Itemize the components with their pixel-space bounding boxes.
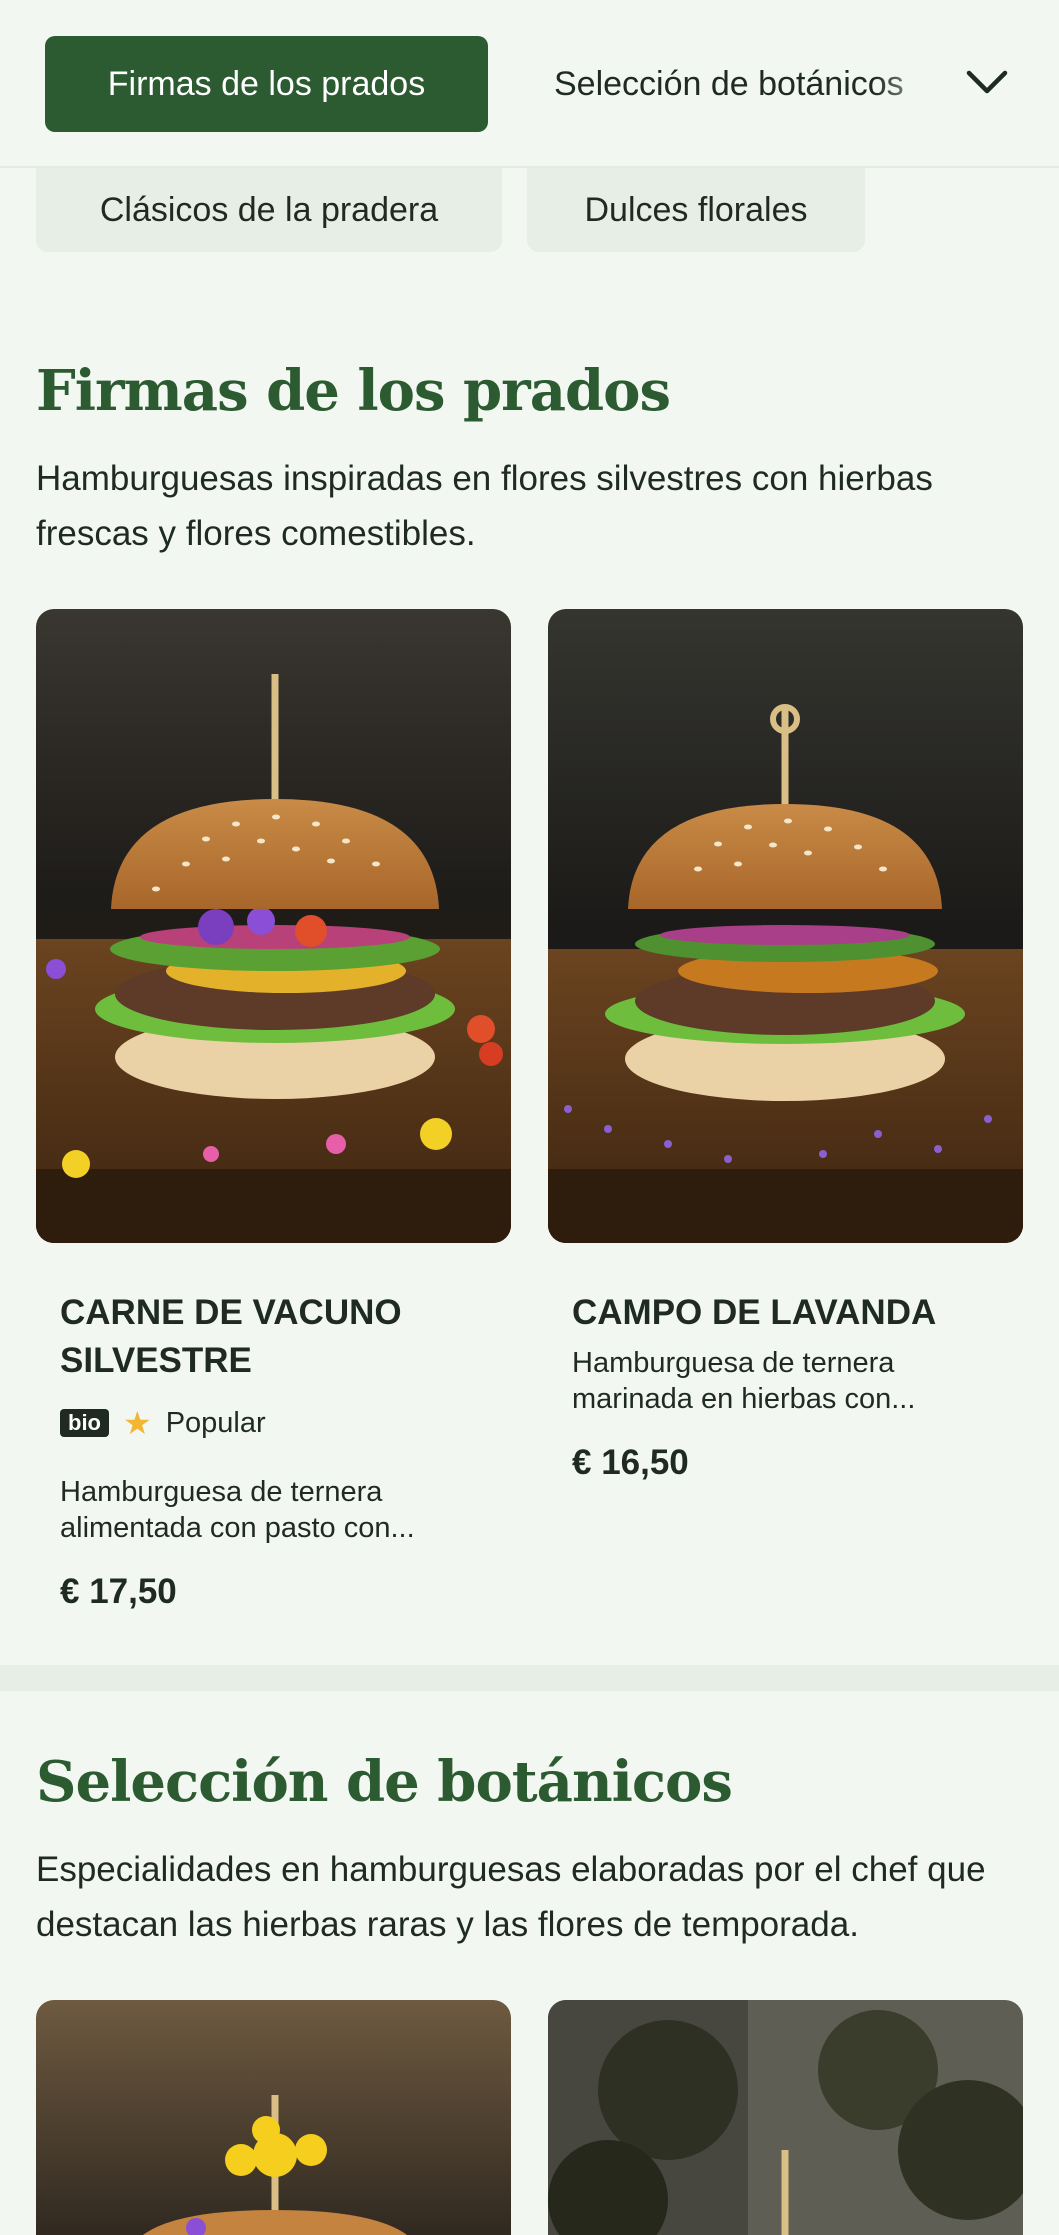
tab-clasicos-de-la-pradera[interactable]: Clásicos de la pradera [36,168,502,252]
product-image[interactable] [548,2000,1023,2235]
tab-firmas-de-los-prados[interactable]: Firmas de los prados [45,36,488,132]
product-image-campo-de-lavanda[interactable] [548,609,1023,1243]
product-description: Hamburguesa de ternera marinada en hierb… [572,1347,916,1415]
popular-label: Popular [165,1406,266,1439]
section-description: Hamburguesas inspiradas en flores silves… [36,459,933,553]
product-image-carne-de-vacuno-silvestre[interactable] [36,609,511,1243]
tab-seleccion-de-botanicos[interactable]: Selección de botánicos [554,36,954,132]
product-name[interactable]: CARNE DE VACUNO SILVESTRE [60,1289,490,1385]
product-name[interactable]: CAMPO DE LAVANDA [572,1289,1002,1337]
product-description: Hamburguesa de ternera alimentada con pa… [60,1476,415,1544]
star-icon: ★ [123,1405,152,1441]
bio-badge: bio [60,1409,109,1437]
section-description: Especialidades en hamburguesas elaborada… [36,1850,986,1944]
tab-dulces-florales[interactable]: Dulces florales [527,168,865,252]
chevron-down-icon[interactable] [962,58,1012,108]
section-title: Firmas de los prados [36,358,671,424]
product-image[interactable] [36,2000,511,2235]
section-title: Selección de botánicos [36,1749,733,1815]
subcategory-nav: Clásicos de la pradera Dulces florales [0,168,1059,252]
product-price: € 16,50 [572,1443,689,1482]
category-nav: Firmas de los prados Selección de botáni… [0,0,1059,168]
product-badges: bio ★ Popular [60,1404,266,1442]
product-price: € 17,50 [60,1572,177,1611]
section-divider [0,1665,1059,1691]
